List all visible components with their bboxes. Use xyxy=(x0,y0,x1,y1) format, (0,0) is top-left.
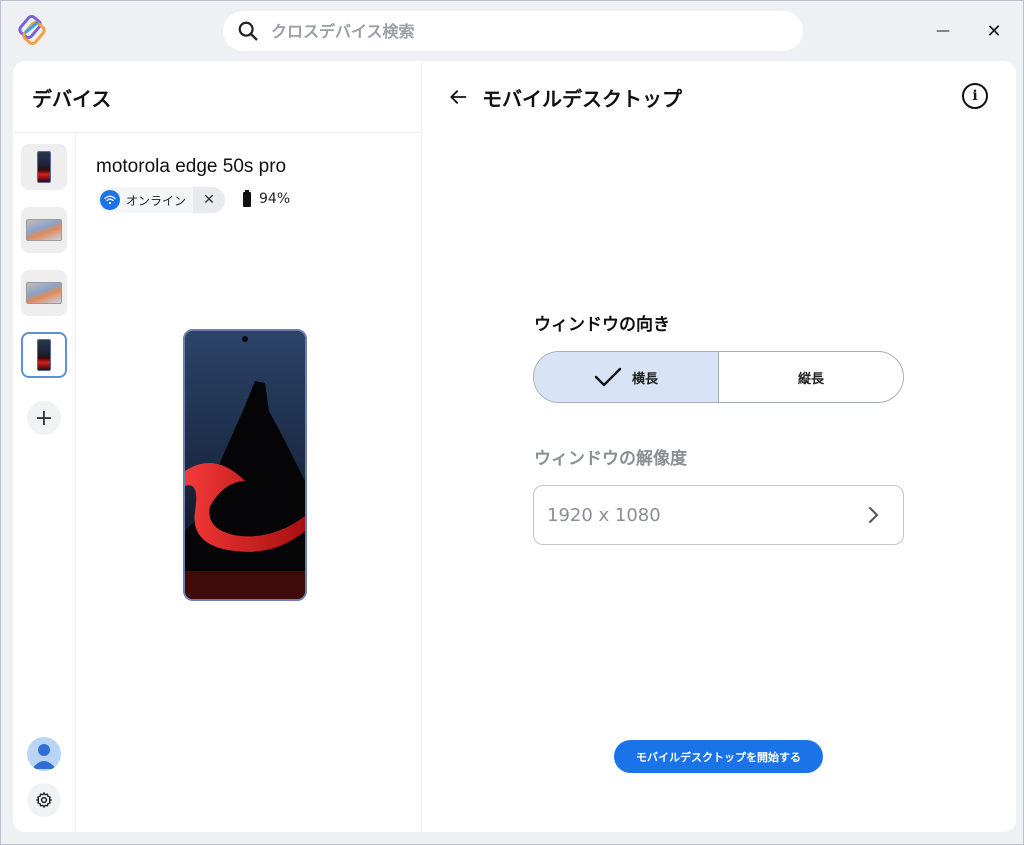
start-mobile-desktop-button[interactable]: モバイルデスクトップを開始する xyxy=(614,740,823,773)
info-button[interactable]: i xyxy=(962,83,988,109)
minimize-button[interactable]: — xyxy=(927,15,959,47)
device-phone-image xyxy=(183,329,307,601)
arrow-left-icon xyxy=(450,90,467,104)
monitor-thumbnail xyxy=(26,282,62,304)
page-title: モバイルデスクトップ xyxy=(482,87,682,111)
minimize-icon: — xyxy=(936,23,950,39)
battery-level: 94% xyxy=(259,191,291,207)
check-icon xyxy=(594,367,622,387)
device-rail-item-monitor[interactable] xyxy=(21,207,67,253)
monitor-thumbnail xyxy=(26,219,62,241)
connection-status-chip: オンライン ✕ xyxy=(97,187,226,213)
disconnect-button[interactable]: ✕ xyxy=(193,187,225,213)
settings-button[interactable] xyxy=(27,783,61,817)
device-rail-item-phone[interactable] xyxy=(21,144,67,190)
phone-thumbnail xyxy=(37,339,51,371)
battery-status: 94% xyxy=(243,189,291,207)
device-rail-item-monitor[interactable] xyxy=(21,270,67,316)
phone-thumbnail xyxy=(37,151,51,183)
info-icon: i xyxy=(972,88,978,104)
orientation-landscape-label: 横長 xyxy=(631,371,658,387)
close-button[interactable]: ✕ xyxy=(978,15,1010,47)
add-device-button[interactable]: + xyxy=(27,401,61,435)
devices-title: デバイス xyxy=(32,87,112,111)
close-icon: ✕ xyxy=(986,20,1002,42)
avatar[interactable] xyxy=(27,737,61,771)
orientation-toggle: 横長 縦長 xyxy=(533,351,904,403)
app-window: — ✕ デバイス + xyxy=(0,0,1024,845)
gear-icon xyxy=(36,792,52,808)
resolution-selector[interactable]: 1920 x 1080 xyxy=(533,485,904,545)
close-icon: ✕ xyxy=(203,192,215,208)
orientation-label: ウィンドウの向き xyxy=(534,315,670,335)
devices-panel: デバイス + motorola edge 50s pro オンライン ✕ 94% xyxy=(13,61,421,832)
search-input[interactable] xyxy=(271,21,771,41)
wifi-icon xyxy=(100,190,120,210)
mobile-desktop-panel: モバイルデスクトップ i ウィンドウの向き 横長 縦長 ウィンドウの解像度 19… xyxy=(422,61,1016,832)
divider xyxy=(75,133,76,832)
orientation-portrait-option[interactable]: 縦長 xyxy=(719,352,903,402)
device-name: motorola edge 50s pro xyxy=(96,156,287,177)
status-label: オンライン xyxy=(126,193,187,208)
back-button[interactable] xyxy=(444,83,472,111)
resolution-label: ウィンドウの解像度 xyxy=(534,449,687,469)
orientation-portrait-label: 縦長 xyxy=(797,371,824,387)
user-icon xyxy=(32,744,56,769)
battery-icon xyxy=(243,189,251,207)
plus-icon: + xyxy=(34,405,54,431)
status-online: オンライン xyxy=(97,187,194,213)
resolution-value: 1920 x 1080 xyxy=(547,504,661,526)
device-rail-item-phone-selected[interactable] xyxy=(21,332,67,378)
orientation-landscape-option[interactable]: 横長 xyxy=(534,352,719,402)
search-box[interactable] xyxy=(223,11,803,51)
chevron-right-icon xyxy=(869,507,878,523)
app-logo-icon xyxy=(17,14,47,46)
search-icon xyxy=(238,21,258,41)
